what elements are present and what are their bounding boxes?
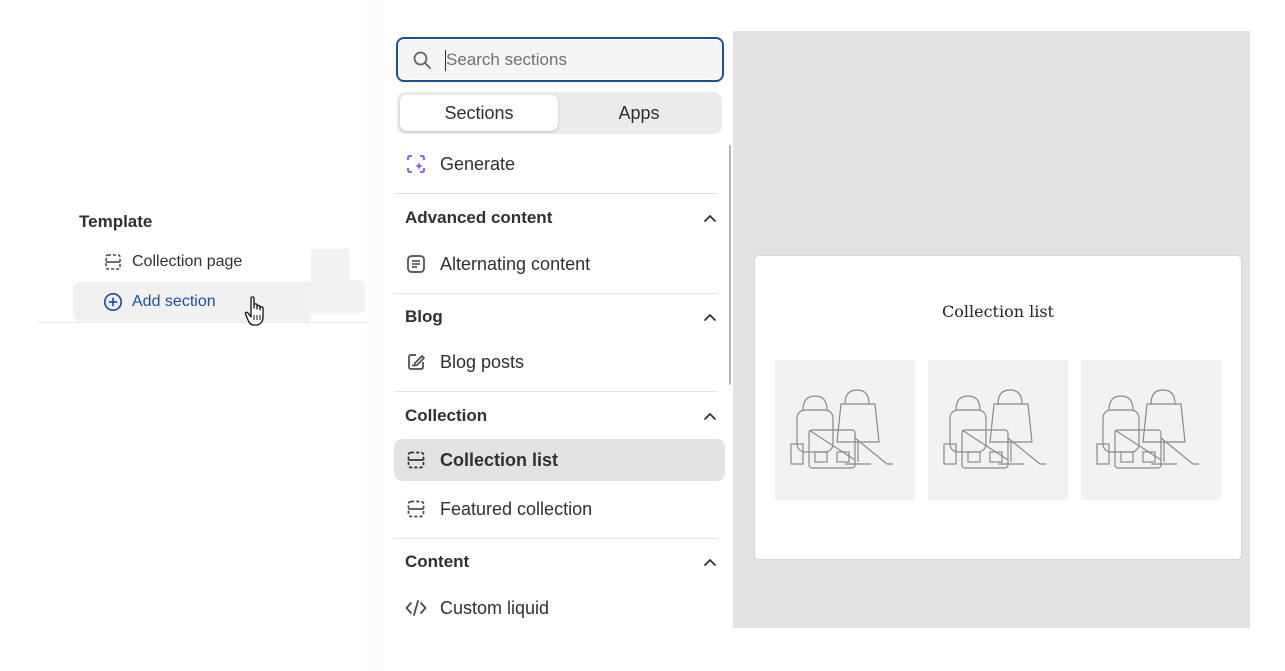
section-item-featured-collection[interactable]: Featured collection (394, 488, 725, 530)
search-icon (412, 50, 432, 75)
text-block-icon (405, 253, 427, 275)
add-section-label: Add section (132, 293, 216, 310)
section-item-label: Featured collection (440, 498, 593, 519)
chevron-up-icon (703, 208, 717, 228)
section-tabs: Sections Apps (397, 92, 722, 134)
generate-sparkle-icon (405, 153, 427, 175)
template-item-collection-page[interactable]: Collection page (73, 242, 311, 282)
group-header-collection[interactable]: Collection (405, 401, 721, 431)
search-input[interactable] (446, 48, 706, 72)
bags-illustration-icon (943, 389, 1046, 469)
template-item-label: Collection page (132, 253, 243, 270)
group-heading: Collection (405, 406, 488, 425)
hand-cursor-icon (244, 295, 268, 334)
scrollbar[interactable] (729, 145, 731, 385)
section-item-label: Collection list (440, 449, 559, 470)
chevron-up-icon (703, 307, 717, 327)
generate-label: Generate (440, 153, 516, 174)
tab-apps[interactable]: Apps (560, 95, 718, 131)
template-heading: Template (79, 212, 153, 231)
group-header-advanced-content[interactable]: Advanced content (405, 203, 721, 233)
preview-collection-tile (775, 360, 915, 500)
section-item-label: Custom liquid (440, 597, 550, 618)
preview-title: Collection list (942, 302, 1054, 321)
divider (394, 538, 717, 539)
bags-illustration-icon (790, 389, 893, 469)
section-layout-icon (103, 252, 123, 272)
section-item-label: Alternating content (440, 253, 591, 274)
search-field[interactable] (396, 37, 724, 82)
chevron-up-icon (703, 552, 717, 572)
tree-divider (38, 322, 368, 323)
section-item-label: Blog posts (440, 351, 525, 372)
group-header-content[interactable]: Content (405, 547, 721, 577)
preview-collection-tile (928, 360, 1068, 500)
preview-card: Collection list (755, 256, 1241, 559)
edit-note-icon (405, 351, 427, 373)
chevron-up-icon (703, 406, 717, 426)
panel-shadow (358, 0, 384, 671)
divider (394, 193, 717, 194)
section-item-blog-posts[interactable]: Blog posts (394, 341, 725, 383)
bags-illustration-icon (1096, 389, 1199, 469)
section-layout-icon (405, 449, 427, 471)
section-item-custom-liquid[interactable]: Custom liquid (394, 587, 725, 629)
divider (394, 293, 717, 294)
section-layout-icon (405, 498, 427, 520)
plus-circle-icon (103, 292, 123, 312)
tab-sections[interactable]: Sections (400, 95, 558, 131)
section-item-alternating-content[interactable]: Alternating content (394, 243, 725, 285)
section-item-collection-list[interactable]: Collection list (394, 439, 725, 481)
group-heading: Blog (405, 307, 443, 326)
code-icon (405, 597, 427, 619)
group-heading: Content (405, 552, 470, 571)
group-header-blog[interactable]: Blog (405, 302, 721, 332)
divider (394, 391, 717, 392)
preview-collection-tile (1081, 360, 1221, 500)
group-heading: Advanced content (405, 208, 553, 227)
add-section-button[interactable]: Add section (73, 282, 311, 322)
generate-button[interactable]: Generate (394, 143, 725, 185)
row-highlight (311, 280, 365, 314)
text-caret (445, 50, 446, 71)
